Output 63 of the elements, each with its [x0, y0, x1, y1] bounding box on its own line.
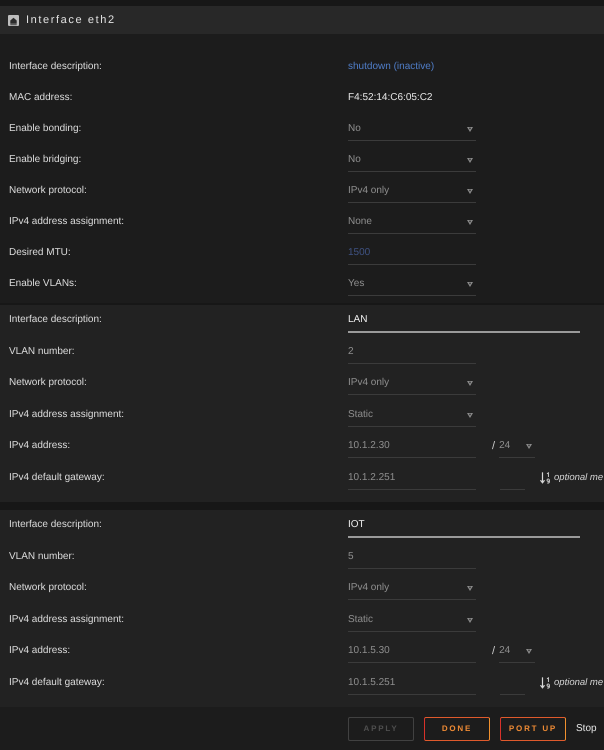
status-link[interactable]: shutdown (inactive)	[348, 59, 434, 75]
input-field[interactable]: 10.1.5.30	[348, 643, 476, 663]
caret-icon	[467, 282, 473, 287]
select-field[interactable]: No	[348, 152, 476, 172]
port-icon	[8, 14, 19, 26]
hint-text: optional me	[554, 470, 604, 484]
field-label: Enable VLANs:	[9, 277, 77, 291]
select-field[interactable]: 24	[499, 643, 536, 663]
select-field[interactable]: Yes	[348, 276, 476, 296]
field-label: IPv4 address:	[9, 644, 70, 658]
field-label: IPv4 address assignment:	[9, 215, 124, 229]
stop-text: Stop	[576, 722, 597, 736]
select-field[interactable]: Static	[348, 406, 476, 426]
field-label: Network protocol:	[9, 581, 87, 595]
caret-icon	[467, 189, 473, 194]
input-field[interactable]: IOT	[348, 517, 580, 538]
input-field[interactable]: 10.1.2.30	[348, 438, 476, 458]
caret-icon	[467, 381, 473, 386]
field-label: Enable bridging:	[9, 153, 82, 167]
field-label: VLAN number:	[9, 344, 75, 358]
field-label: Desired MTU:	[9, 246, 71, 260]
select-field[interactable]: 24	[499, 438, 536, 458]
select-field[interactable]: None	[348, 214, 476, 234]
window-title: Interface eth2	[26, 13, 116, 27]
input-field[interactable]: 2	[348, 344, 476, 364]
field-label: Interface description:	[9, 313, 102, 327]
select-field[interactable]: IPv4 only	[348, 183, 476, 203]
select-field[interactable]: No	[348, 121, 476, 141]
field-label: IPv4 default gateway:	[9, 470, 105, 484]
action-button[interactable]: PORT UP	[500, 716, 566, 740]
caret-icon	[467, 618, 473, 622]
field-label: VLAN number:	[9, 550, 75, 564]
input-field[interactable]: 5	[348, 548, 476, 568]
caret-icon	[467, 158, 473, 163]
field-label: IPv4 default gateway:	[9, 676, 105, 690]
field-label: IPv4 address:	[9, 439, 70, 453]
field-label: Network protocol:	[9, 184, 87, 198]
field-label: Enable bonding:	[9, 122, 82, 136]
field-label: Interface description:	[9, 60, 102, 74]
field-label: Network protocol:	[9, 376, 87, 390]
field-label: IPv4 address assignment:	[9, 408, 124, 422]
mac-value: F4:52:14:C6:05:C2	[348, 91, 432, 105]
hint-text: optional me	[554, 676, 604, 690]
caret-icon	[467, 412, 473, 418]
field-label: MAC address:	[9, 91, 72, 105]
select-field[interactable]: IPv4 only	[348, 375, 476, 395]
caret-icon	[467, 586, 473, 591]
field-label: Interface description:	[9, 518, 102, 532]
select-field[interactable]: IPv4 only	[348, 580, 476, 600]
field-label: IPv4 address assignment:	[9, 612, 124, 626]
select-field[interactable]: Static	[348, 612, 476, 632]
input-field[interactable]: 10.1.5.251	[348, 674, 476, 694]
input-field[interactable]: 10.1.2.251	[348, 470, 476, 490]
input-field[interactable]: LAN	[348, 312, 580, 333]
prefix-separator: /	[492, 644, 496, 659]
action-button[interactable]: DONE	[424, 716, 490, 740]
caret-icon	[467, 220, 473, 225]
caret-icon	[526, 444, 532, 449]
sort-down-icon	[540, 472, 552, 484]
prefix-separator: /	[492, 439, 496, 454]
caret-icon	[526, 649, 532, 654]
sort-down-icon	[540, 676, 552, 688]
caret-icon	[467, 127, 473, 132]
